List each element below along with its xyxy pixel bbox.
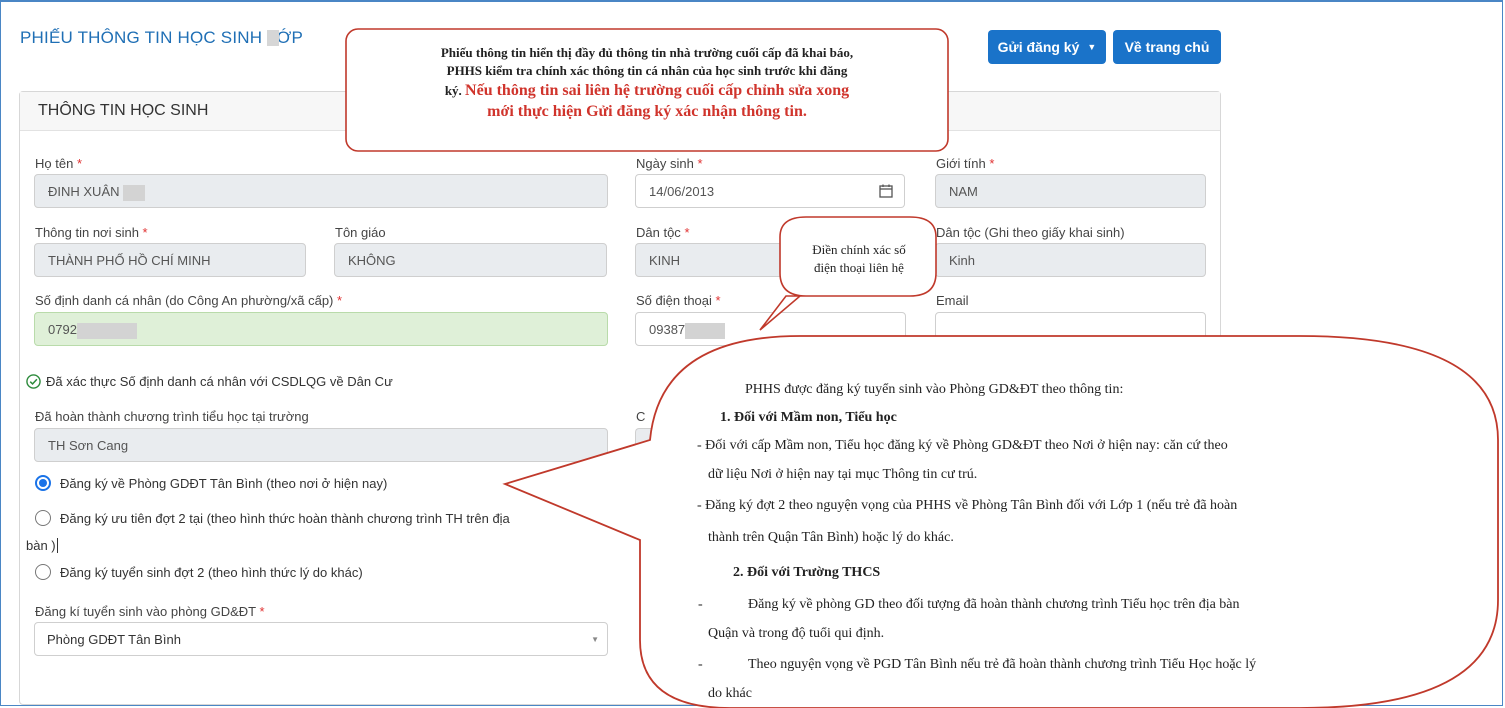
top-callout-text: Phiếu thông tin hiển thị đầy đủ thông ti…	[352, 44, 942, 122]
radio-option-3[interactable]: Đăng ký tuyển sinh đợt 2 (theo hình thức…	[35, 564, 363, 580]
home-button[interactable]: Về trang chủ	[1113, 30, 1221, 64]
big-callout-intro: PHHS được đăng ký tuyển sinh vào Phòng G…	[745, 382, 1124, 397]
full-name-label: Họ tên *	[35, 156, 82, 171]
radio-option-2[interactable]: Đăng ký ưu tiên đợt 2 tại (theo hình thứ…	[35, 510, 510, 526]
dob-field[interactable]: 14/06/2013	[635, 174, 868, 208]
verified-status: Đã xác thực Số định danh cá nhân với CSD…	[26, 374, 393, 389]
chevron-down-icon: ▼	[591, 635, 599, 644]
big-callout-dash-1: -	[698, 597, 703, 612]
primary-school-label: Đã hoàn thành chương trình tiểu học tại …	[35, 409, 309, 424]
page-title: PHIẾU THÔNG TIN HỌC SINH LỚP	[20, 28, 304, 47]
citizen-id-label: Số định danh cá nhân (do Công An phường/…	[35, 293, 343, 308]
radio-option-2-label-cont: bàn )​	[26, 538, 58, 553]
radio-icon[interactable]	[35, 510, 51, 526]
big-callout-p2a: - Đăng ký đợt 2 theo nguyện vọng của PHH…	[697, 498, 1238, 513]
email-label: Email	[936, 293, 969, 308]
gender-field[interactable]: NAM	[935, 174, 1206, 208]
radio-option-3-label: Đăng ký tuyển sinh đợt 2 (theo hình thức…	[60, 565, 363, 580]
top-callout-red2: mới thực hiện Gửi đăng ký xác nhận thông…	[487, 103, 807, 120]
register-department-select[interactable]: Phòng GDĐT Tân Bình ▼	[34, 622, 608, 656]
register-department-label: Đăng kí tuyển sinh vào phòng GD&ĐT *	[35, 604, 265, 619]
hidden-field[interactable]	[635, 428, 662, 462]
card-title: THÔNG TIN HỌC SINH	[38, 102, 209, 119]
big-callout-dash-2: -	[698, 657, 703, 672]
phone-callout-line2: điện thoại liên hệ	[814, 260, 904, 275]
big-callout-p3b: Quận và trong độ tuổi qui định.	[708, 626, 885, 641]
radio-selected-icon[interactable]	[35, 475, 51, 491]
verified-text: Đã xác thực Số định danh cá nhân với CSD…	[46, 374, 393, 389]
primary-school-field[interactable]: TH Sơn Cang	[34, 428, 608, 462]
citizen-id-field[interactable]: 0792	[34, 312, 608, 346]
check-circle-icon	[26, 374, 41, 389]
top-callout-line3: ký.	[444, 83, 462, 98]
gender-label: Giới tính *	[936, 156, 995, 171]
big-callout-heading-1: 1. Đối với Mầm non, Tiểu học	[720, 410, 897, 425]
ethnicity-birth-cert-field[interactable]: Kinh	[935, 243, 1206, 277]
top-callout-line1: Phiếu thông tin hiển thị đầy đủ thông ti…	[440, 45, 854, 60]
radio-option-2-label: Đăng ký ưu tiên đợt 2 tại (theo hình thứ…	[60, 511, 510, 526]
radio-icon[interactable]	[35, 564, 51, 580]
religion-label: Tôn giáo	[335, 225, 386, 240]
send-registration-label: Gửi đăng ký	[997, 39, 1080, 55]
email-field[interactable]	[935, 312, 1206, 346]
calendar-icon[interactable]	[867, 174, 905, 208]
phone-field[interactable]: 09387	[635, 312, 906, 346]
phone-callout-text: Điền chính xác số điện thoại liên hệ	[784, 241, 934, 277]
phone-callout-line1: Điền chính xác số	[812, 242, 906, 257]
ethnicity-field[interactable]: KINH	[635, 243, 785, 277]
ethnicity-label: Dân tộc *	[636, 225, 690, 240]
top-callout-red1: Nếu thông tin sai liên hệ trường cuối cấ…	[465, 82, 850, 99]
big-callout-p4a: Theo nguyện vọng về PGD Tân Bình nếu trẻ…	[748, 657, 1257, 672]
radio-option-1-label: Đăng ký về Phòng GDĐT Tân Bình (theo nơi…	[60, 476, 388, 491]
dob-label: Ngày sinh *	[636, 156, 703, 171]
register-department-value: Phòng GDĐT Tân Bình	[47, 632, 181, 647]
send-registration-button[interactable]: Gửi đăng ký ▼	[988, 30, 1106, 64]
big-callout-p2b: thành trên Quận Tân Bình) hoặc lý do khá…	[708, 530, 954, 545]
hidden-label-fragment: C	[636, 409, 646, 424]
phone-label: Số điện thoại *	[636, 293, 721, 308]
redaction-block	[267, 30, 279, 46]
big-callout-p1a: - Đối với cấp Mầm non, Tiểu học đăng ký …	[697, 438, 1228, 453]
big-callout-p4b: do khác	[708, 686, 752, 701]
top-callout-line2: PHHS kiểm tra chính xác thông tin cá nhâ…	[446, 63, 848, 78]
ethnicity-birth-cert-label: Dân tộc (Ghi theo giấy khai sinh)	[936, 225, 1125, 240]
birthplace-label: Thông tin nơi sinh *	[35, 225, 148, 240]
big-callout-heading-2: 2. Đối với Trường THCS	[733, 565, 881, 580]
caret-down-icon: ▼	[1087, 42, 1097, 52]
big-callout-p3a: Đăng ký về phòng GD theo đối tượng đã ho…	[748, 597, 1240, 612]
full-name-field[interactable]: ĐINH XUÂN	[34, 174, 608, 208]
big-callout-p1b: dữ liệu Nơi ở hiện nay tại mục Thông tin…	[708, 467, 978, 482]
birthplace-field[interactable]: THÀNH PHỐ HỒ CHÍ MINH	[34, 243, 306, 277]
religion-field[interactable]: KHÔNG	[334, 243, 607, 277]
radio-option-1[interactable]: Đăng ký về Phòng GDĐT Tân Bình (theo nơi…	[35, 475, 388, 491]
